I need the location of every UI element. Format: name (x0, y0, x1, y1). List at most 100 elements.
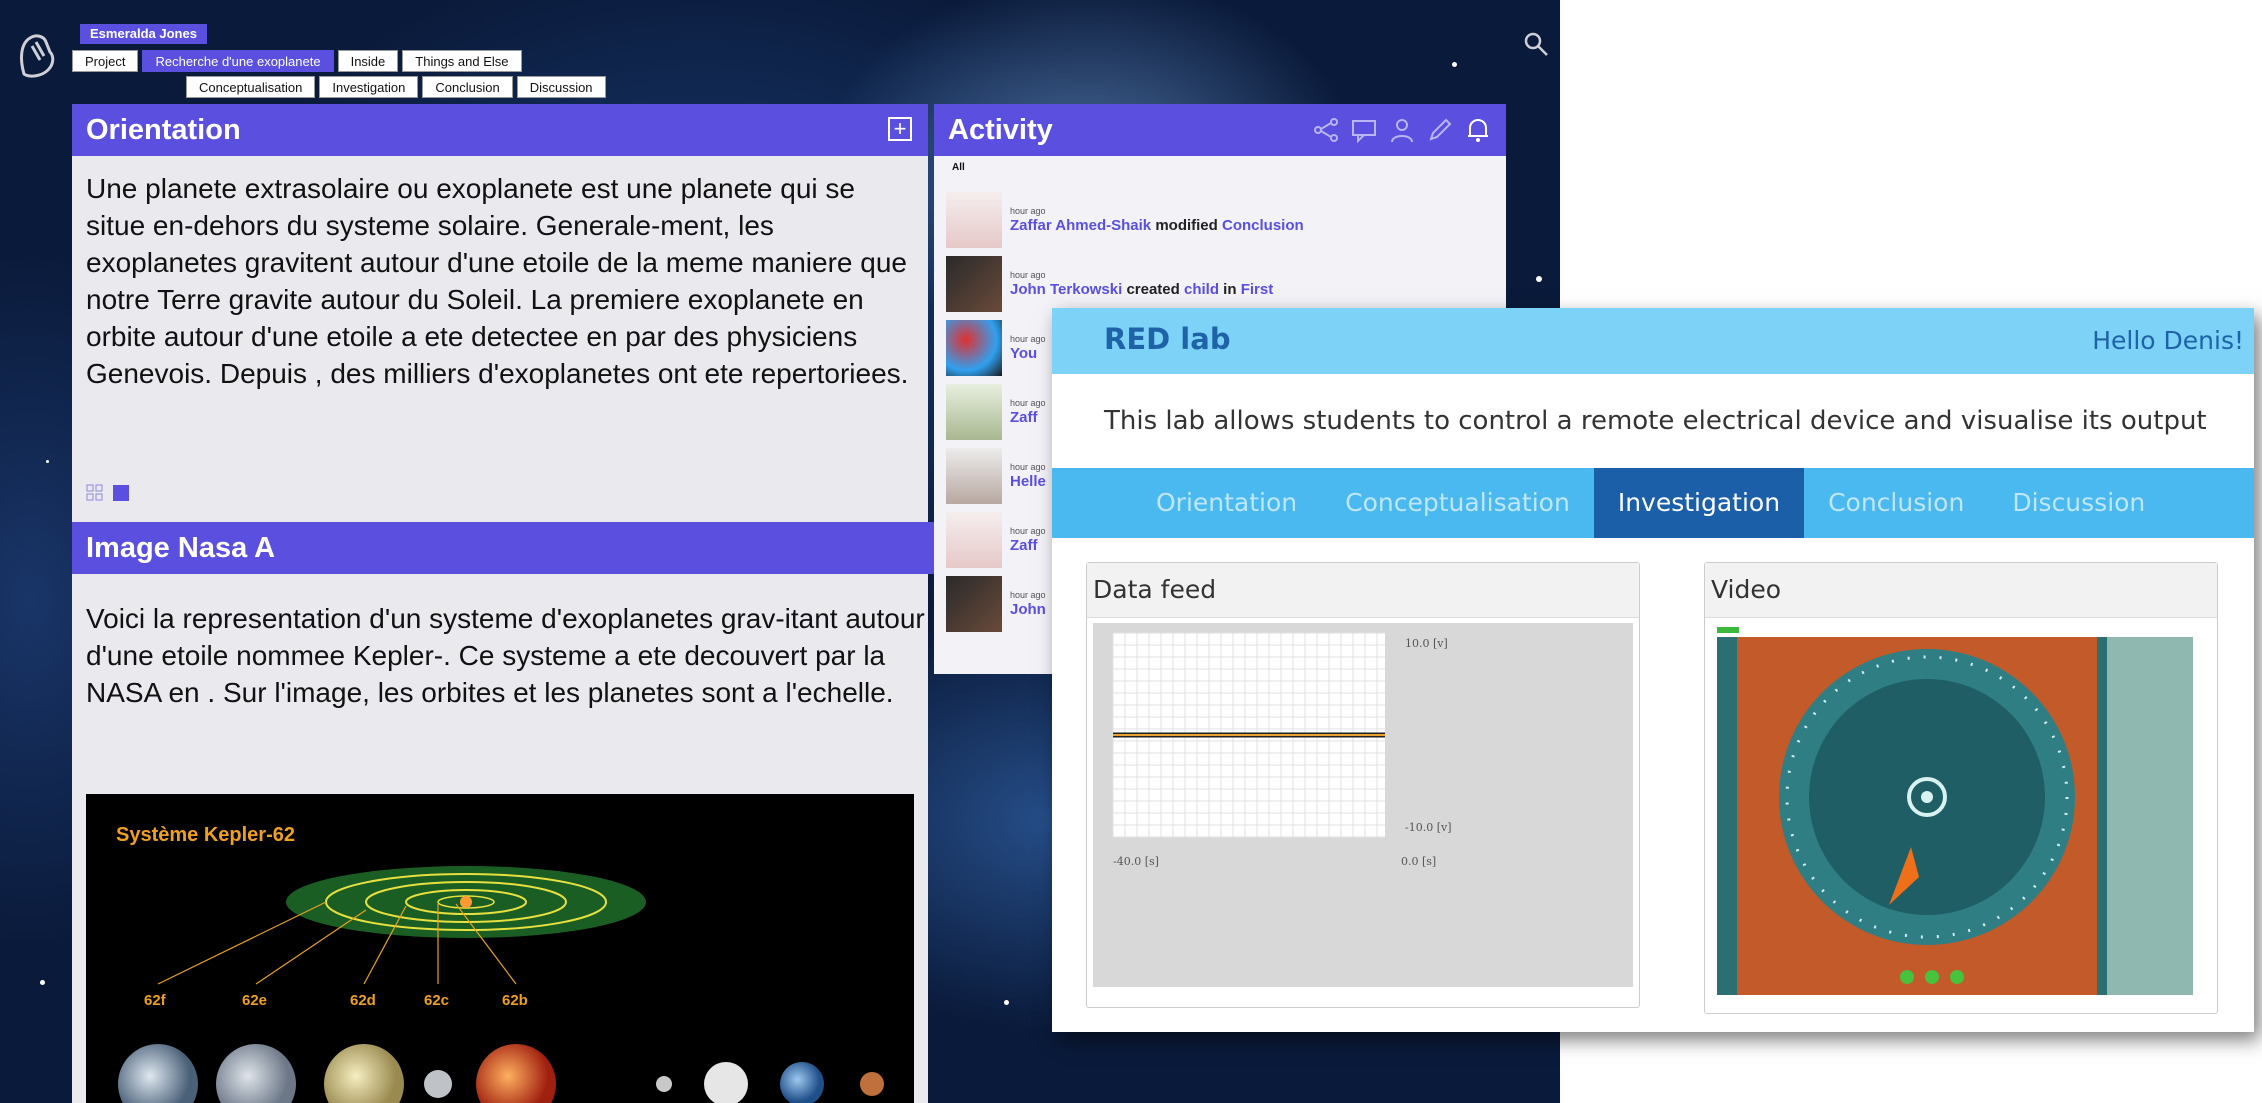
orientation-panel: Orientation + Une planete extrasolaire o… (72, 104, 942, 1103)
avatar (946, 192, 1002, 248)
avatar (946, 320, 1002, 376)
activity-item[interactable]: hour ago Zaff (946, 512, 1046, 568)
activity-time: hour ago (1010, 526, 1046, 536)
chart-svg: 10.0 [v] -10.0 [v] -40.0 [s] 0.0 [s] (1112, 632, 1452, 868)
redlab-title: RED lab (1104, 322, 1231, 356)
planet-label: 62e (242, 992, 268, 1009)
activity-target[interactable]: child (1184, 281, 1219, 298)
activity-tools (1312, 116, 1492, 144)
x-tick-right: 0.0 [s] (1401, 855, 1436, 868)
kepler-orbits-illustration (118, 866, 884, 1103)
activity-item[interactable]: hour ago You (946, 320, 1046, 376)
stream-status-indicator (1717, 627, 1739, 633)
planet-label: 62f (144, 992, 166, 1009)
comment-icon[interactable] (1350, 116, 1378, 144)
star (1004, 1000, 1009, 1005)
tab-investigation[interactable]: Investigation (319, 76, 419, 98)
activity-item[interactable]: hour ago Helle (946, 448, 1046, 504)
tab-conceptualisation[interactable]: Conceptualisation (186, 76, 316, 98)
activity-filter-all[interactable]: All (934, 156, 1506, 179)
star (1536, 276, 1542, 282)
greeting[interactable]: Hello Denis! (2092, 326, 2244, 355)
user-icon[interactable] (1388, 116, 1416, 144)
activity-time: hour ago (1010, 270, 1046, 280)
star (40, 980, 45, 985)
image-section-title: Image Nasa A (86, 532, 276, 564)
activity-user[interactable]: John (1010, 601, 1046, 618)
activity-user[interactable]: Zaffar Ahmed-Shaik (1010, 217, 1151, 234)
single-view-icon[interactable] (112, 484, 130, 502)
orientation-header: Orientation + (72, 104, 928, 156)
avatar (946, 576, 1002, 632)
activity-user[interactable]: Helle (1010, 473, 1046, 490)
project-tabs: Project Recherche d'une exoplanete Insid… (72, 50, 526, 72)
tab-recherche-exoplanete[interactable]: Recherche d'une exoplanete (142, 50, 334, 72)
activity-item[interactable]: hour ago Zaff (946, 384, 1046, 440)
activity-action: modified (1155, 217, 1218, 234)
activity-time: hour ago (1010, 590, 1046, 600)
activity-extra: in (1223, 281, 1237, 298)
x-tick-left: -40.0 [s] (1113, 855, 1159, 868)
orientation-title: Orientation (86, 114, 241, 146)
activity-extra-target[interactable]: First (1241, 281, 1274, 298)
image-section-header: Image Nasa A (72, 522, 942, 574)
pencil-icon[interactable] (1426, 116, 1454, 144)
planet-label: 62c (424, 992, 450, 1009)
hand-logo-icon[interactable] (14, 30, 64, 80)
kepler-figure: Système Kepler-62 62f 62e 62d 62c 62b (86, 794, 914, 1103)
redlab-description: This lab allows students to control a re… (1104, 406, 2207, 436)
star (1452, 62, 1457, 67)
video-title: Video (1705, 563, 2217, 618)
data-feed-card: Data feed 10.0 [v] -10.0 [v] -40.0 [s] 0.0 … (1086, 562, 1640, 1008)
tab-things-and-else[interactable]: Things and Else (402, 50, 522, 72)
redlab-phase-nav: Orientation Conceptualisation Investigat… (1052, 468, 2254, 538)
redlab-header: RED lab Hello Denis! (1052, 308, 2254, 374)
activity-time: hour ago (1010, 334, 1046, 344)
user-name-tab[interactable]: Esmeralda Jones (80, 24, 207, 44)
tab-conclusion[interactable]: Conclusion (1804, 468, 1988, 538)
avatar (946, 512, 1002, 568)
view-toggles (86, 484, 130, 502)
search-icon[interactable] (1522, 30, 1550, 58)
image-section-text: Voici la representation d'un systeme d'e… (86, 603, 925, 708)
grid-view-icon[interactable] (86, 484, 104, 502)
y-tick-bottom: -10.0 [v] (1405, 821, 1452, 834)
planet-label: 62d (350, 992, 376, 1009)
tab-orientation[interactable]: Orientation (1132, 468, 1321, 538)
activity-target[interactable]: Conclusion (1222, 217, 1304, 234)
data-feed-chart: 10.0 [v] -10.0 [v] -40.0 [s] 0.0 [s] (1093, 623, 1633, 987)
video-card: Video (1704, 562, 2218, 1014)
planet-label: 62b (502, 992, 528, 1009)
activity-item[interactable]: hour ago Zaffar Ahmed-Shaik modified Con… (946, 192, 1304, 248)
video-stream[interactable] (1717, 637, 2193, 995)
tab-discussion[interactable]: Discussion (1988, 468, 2169, 538)
tab-inside[interactable]: Inside (337, 50, 399, 72)
add-icon[interactable]: + (888, 117, 912, 141)
tab-conceptualisation[interactable]: Conceptualisation (1321, 468, 1594, 538)
bell-icon[interactable] (1464, 116, 1492, 144)
phase-tabs: Conceptualisation Investigation Conclusi… (186, 76, 610, 98)
activity-header: Activity (934, 104, 1506, 156)
star (46, 460, 49, 463)
avatar (946, 384, 1002, 440)
activity-user[interactable]: Zaff (1010, 409, 1038, 426)
share-icon[interactable] (1312, 116, 1340, 144)
activity-user[interactable]: Zaff (1010, 537, 1038, 554)
activity-item[interactable]: hour ago John (946, 576, 1046, 632)
activity-title: Activity (948, 114, 1053, 146)
avatar (946, 448, 1002, 504)
tab-conclusion[interactable]: Conclusion (422, 76, 513, 98)
activity-time: hour ago (1010, 398, 1046, 408)
data-feed-title: Data feed (1087, 563, 1639, 618)
redlab-window: RED lab Hello Denis! This lab allows stu… (1052, 308, 2254, 1032)
activity-action: created (1126, 281, 1180, 298)
avatar (946, 256, 1002, 312)
tab-project[interactable]: Project (72, 50, 139, 72)
activity-item[interactable]: hour ago John Terkowski created child in… (946, 256, 1273, 312)
tab-discussion[interactable]: Discussion (516, 76, 606, 98)
activity-user[interactable]: John Terkowski (1010, 281, 1122, 298)
activity-user[interactable]: You (1010, 345, 1037, 362)
tab-investigation[interactable]: Investigation (1593, 468, 1805, 538)
y-tick-top: 10.0 [v] (1405, 637, 1448, 650)
video-device-illustration (1717, 637, 2193, 995)
